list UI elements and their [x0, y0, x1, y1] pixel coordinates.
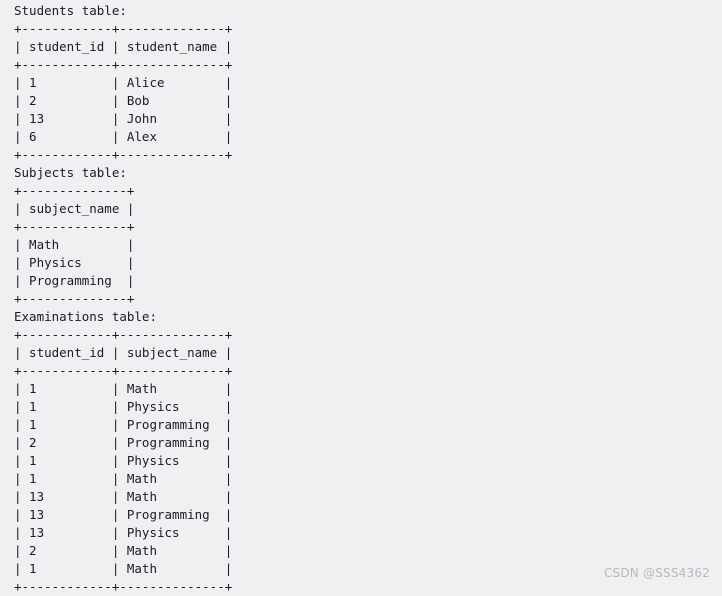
table-separator-line: +--------------+	[14, 218, 714, 236]
table-separator-line: +------------+--------------+	[14, 56, 714, 74]
table-text-row: | Programming |	[14, 272, 714, 290]
table-text-row: | 13 | John |	[14, 110, 714, 128]
table-caption: Examinations table:	[14, 308, 714, 326]
table-text-row: | 2 | Programming |	[14, 434, 714, 452]
table-text-row: | Math |	[14, 236, 714, 254]
table-separator-line: +------------+--------------+	[14, 326, 714, 344]
table-text-row: | 2 | Math |	[14, 542, 714, 560]
table-text-row: | 6 | Alex |	[14, 128, 714, 146]
table-caption: Students table:	[14, 2, 714, 20]
table-separator-line: +------------+--------------+	[14, 20, 714, 38]
table-text-row: | 13 | Math |	[14, 488, 714, 506]
table-text-row: | 1 | Alice |	[14, 74, 714, 92]
table-separator-line: +--------------+	[14, 182, 714, 200]
table-caption: Subjects table:	[14, 164, 714, 182]
csdn-watermark: CSDN @SSS4362	[604, 565, 710, 581]
table-separator-line: +------------+--------------+	[14, 362, 714, 380]
table-text-row: | subject_name |	[14, 200, 714, 218]
table-text-row: | 1 | Physics |	[14, 452, 714, 470]
table-separator-line: +------------+--------------+	[14, 146, 714, 164]
table-text-row: | Physics |	[14, 254, 714, 272]
table-separator-line: +--------------+	[14, 290, 714, 308]
table-text-row: | student_id | subject_name |	[14, 344, 714, 362]
table-text-row: | 2 | Bob |	[14, 92, 714, 110]
console-output: Students table:+------------+-----------…	[14, 2, 714, 596]
table-text-row: | 1 | Physics |	[14, 398, 714, 416]
table-text-row: | 13 | Physics |	[14, 524, 714, 542]
table-text-row: | 13 | Programming |	[14, 506, 714, 524]
table-text-row: | 1 | Math |	[14, 470, 714, 488]
table-text-row: | student_id | student_name |	[14, 38, 714, 56]
table-text-row: | 1 | Math |	[14, 380, 714, 398]
table-text-row: | 1 | Programming |	[14, 416, 714, 434]
